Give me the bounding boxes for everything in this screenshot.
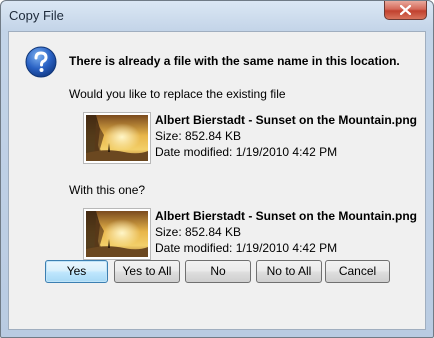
- window-title: Copy File: [9, 8, 64, 23]
- title-bar[interactable]: Copy File: [1, 1, 433, 31]
- existing-file-thumbnail[interactable]: [83, 112, 151, 164]
- existing-file-date: Date modified: 1/19/2010 4:42 PM: [155, 145, 338, 159]
- conflict-heading: There is already a file with the same na…: [69, 54, 400, 68]
- image-thumbnail: [86, 211, 148, 257]
- yes-button[interactable]: Yes: [45, 260, 108, 283]
- close-icon: [400, 5, 411, 15]
- no-button[interactable]: No: [185, 260, 251, 283]
- new-file-info[interactable]: Albert Bierstadt - Sunset on the Mountai…: [155, 208, 417, 256]
- question-icon: [25, 46, 57, 78]
- new-file-date: Date modified: 1/19/2010 4:42 PM: [155, 241, 338, 255]
- no-to-all-button[interactable]: No to All: [256, 260, 322, 283]
- existing-file-name: Albert Bierstadt - Sunset on the Mountai…: [155, 113, 417, 127]
- cancel-button[interactable]: Cancel: [325, 260, 390, 283]
- new-file-name: Albert Bierstadt - Sunset on the Mountai…: [155, 209, 417, 223]
- close-button[interactable]: [384, 1, 427, 20]
- new-file-size: Size: 852.84 KB: [155, 225, 242, 239]
- new-file-thumbnail[interactable]: [83, 208, 151, 260]
- yes-to-all-button[interactable]: Yes to All: [114, 260, 180, 283]
- image-thumbnail: [86, 115, 148, 161]
- with-prompt: With this one?: [69, 183, 146, 197]
- copy-file-dialog: Copy File There is already a file with t…: [0, 0, 434, 338]
- replace-prompt: Would you like to replace the existing f…: [69, 87, 286, 101]
- dialog-body: There is already a file with the same na…: [8, 31, 426, 330]
- existing-file-info[interactable]: Albert Bierstadt - Sunset on the Mountai…: [155, 112, 417, 160]
- existing-file-size: Size: 852.84 KB: [155, 129, 242, 143]
